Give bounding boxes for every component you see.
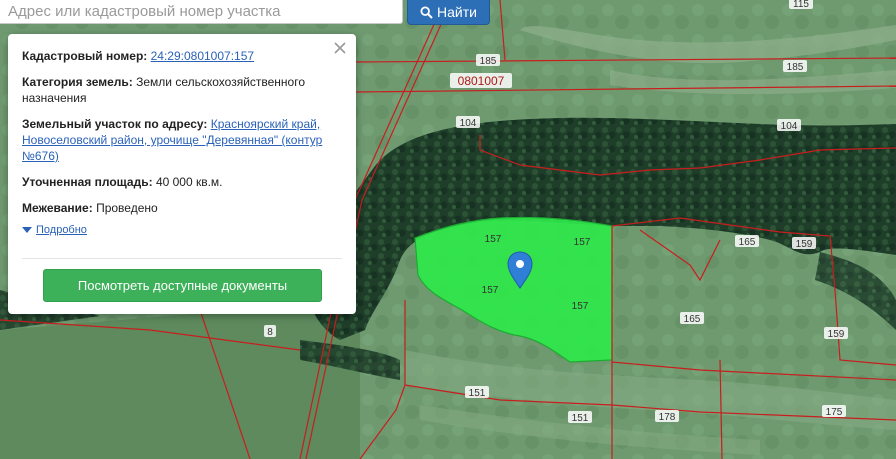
address-label: Земельный участок по адресу: [22, 117, 208, 131]
search-box[interactable] [0, 0, 403, 24]
parcel-number-label[interactable]: 157 [482, 285, 499, 296]
parcel-number-label[interactable]: 159 [828, 329, 845, 340]
cadastral-quarter-label[interactable]: 0801007 [458, 74, 505, 88]
parcel-number-label[interactable]: 8 [267, 327, 273, 338]
parcel-number-label[interactable]: 104 [460, 118, 477, 129]
land-category-row: Категория земель: Земли сельскохозяйстве… [22, 74, 342, 106]
area-value: 40 000 кв.м. [155, 175, 223, 189]
survey-value: Проведено [96, 201, 158, 215]
divider [22, 258, 342, 259]
cadastral-number-row: Кадастровый номер: 24:29:0801007:157 [22, 48, 342, 64]
search-button-label: Найти [437, 4, 477, 20]
parcel-number-label[interactable]: 175 [826, 407, 843, 418]
cadastral-number-link[interactable]: 24:29:0801007:157 [151, 49, 254, 63]
parcel-number-label[interactable]: 165 [739, 237, 756, 248]
details-toggle[interactable]: Подробно [22, 224, 342, 236]
parcel-number-label[interactable]: 157 [572, 301, 589, 312]
parcel-number-label[interactable]: 157 [574, 237, 591, 248]
close-icon[interactable] [332, 40, 348, 56]
parcel-number-label[interactable]: 157 [485, 234, 502, 245]
parcel-number-label[interactable]: 151 [469, 388, 486, 399]
view-documents-button[interactable]: Посмотреть доступные документы [43, 269, 322, 302]
parcel-number-label[interactable]: 151 [572, 413, 589, 424]
land-category-label: Категория земель: [22, 75, 133, 89]
survey-row: Межевание: Проведено [22, 200, 342, 216]
parcel-number-label[interactable]: 115 [793, 0, 809, 10]
address-row: Земельный участок по адресу: Красноярски… [22, 116, 342, 164]
cadastral-number-label: Кадастровый номер: [22, 49, 148, 63]
details-link[interactable]: Подробно [36, 224, 87, 236]
parcel-number-label[interactable]: 159 [796, 239, 813, 250]
caret-down-icon [22, 227, 32, 233]
parcel-number-label[interactable]: 185 [480, 56, 497, 67]
area-row: Уточненная площадь: 40 000 кв.м. [22, 174, 342, 190]
survey-label: Межевание: [22, 201, 93, 215]
parcel-number-label[interactable]: 178 [659, 412, 676, 423]
search-input[interactable] [0, 0, 402, 22]
parcel-number-label[interactable]: 104 [781, 121, 798, 132]
search-icon [420, 5, 433, 19]
area-label: Уточненная площадь: [22, 175, 153, 189]
parcel-info-popup: Кадастровый номер: 24:29:0801007:157 Кат… [8, 34, 356, 314]
parcel-number-label[interactable]: 165 [684, 314, 701, 325]
search-button[interactable]: Найти [407, 0, 490, 25]
parcel-number-label[interactable]: 185 [787, 62, 804, 73]
